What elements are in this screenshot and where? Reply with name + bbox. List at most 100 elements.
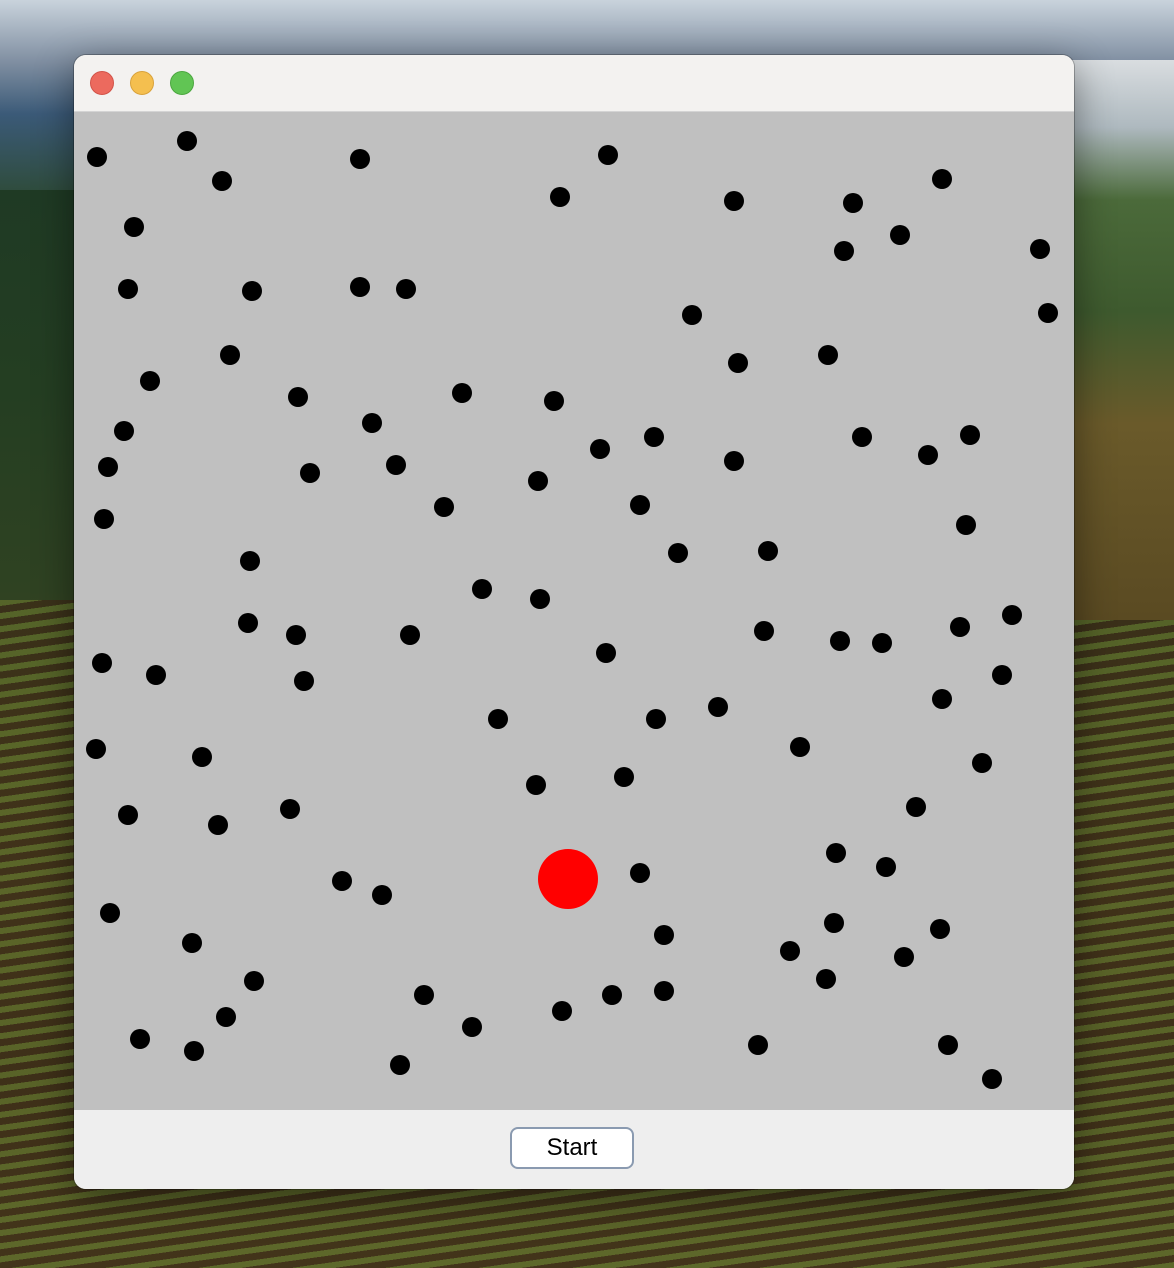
obstacle-dot xyxy=(780,941,800,961)
obstacle-dot xyxy=(87,147,107,167)
obstacle-dot xyxy=(614,767,634,787)
obstacle-dot xyxy=(98,457,118,477)
obstacle-dot xyxy=(938,1035,958,1055)
obstacle-dot xyxy=(212,171,232,191)
obstacle-dot xyxy=(646,709,666,729)
obstacle-dot xyxy=(824,913,844,933)
obstacle-dot xyxy=(1038,303,1058,323)
obstacle-dot xyxy=(244,971,264,991)
obstacle-dot xyxy=(294,671,314,691)
obstacle-dot xyxy=(114,421,134,441)
obstacle-dot xyxy=(830,631,850,651)
obstacle-dot xyxy=(550,187,570,207)
obstacle-dot xyxy=(630,863,650,883)
minimize-button[interactable] xyxy=(130,71,154,95)
start-button[interactable]: Start xyxy=(510,1127,634,1169)
obstacle-dot xyxy=(1030,239,1050,259)
obstacle-dot xyxy=(932,689,952,709)
playfield-background xyxy=(74,112,1074,1110)
obstacle-dot xyxy=(208,815,228,835)
obstacle-dot xyxy=(300,463,320,483)
control-bar: Start xyxy=(74,1110,1074,1189)
obstacle-dot xyxy=(350,277,370,297)
obstacle-dot xyxy=(280,799,300,819)
player-ball xyxy=(538,849,598,909)
obstacle-dot xyxy=(286,625,306,645)
obstacle-dot xyxy=(182,933,202,953)
zoom-button[interactable] xyxy=(170,71,194,95)
obstacle-dot xyxy=(956,515,976,535)
obstacle-dot xyxy=(192,747,212,767)
obstacle-dot xyxy=(242,281,262,301)
obstacle-dot xyxy=(238,613,258,633)
obstacle-dot xyxy=(816,969,836,989)
obstacle-dot xyxy=(932,169,952,189)
obstacle-dot xyxy=(118,805,138,825)
obstacle-dot xyxy=(240,551,260,571)
obstacle-dot xyxy=(876,857,896,877)
obstacle-dot xyxy=(890,225,910,245)
obstacle-dot xyxy=(598,145,618,165)
obstacle-dot xyxy=(288,387,308,407)
desktop-hillside-right xyxy=(1064,60,1174,620)
obstacle-dot xyxy=(852,427,872,447)
obstacle-dot xyxy=(400,625,420,645)
obstacle-dot xyxy=(758,541,778,561)
obstacle-dot xyxy=(452,383,472,403)
obstacle-dot xyxy=(184,1041,204,1061)
obstacle-dot xyxy=(528,471,548,491)
obstacle-dot xyxy=(972,753,992,773)
obstacle-dot xyxy=(396,279,416,299)
obstacle-dot xyxy=(654,981,674,1001)
obstacle-dot xyxy=(372,885,392,905)
window-titlebar[interactable] xyxy=(74,55,1074,112)
obstacle-dot xyxy=(960,425,980,445)
close-button[interactable] xyxy=(90,71,114,95)
obstacle-dot xyxy=(918,445,938,465)
obstacle-dot xyxy=(118,279,138,299)
obstacle-dot xyxy=(930,919,950,939)
game-window: Start xyxy=(74,55,1074,1189)
obstacle-dot xyxy=(894,947,914,967)
obstacle-dot xyxy=(530,589,550,609)
obstacle-dot xyxy=(790,737,810,757)
game-canvas[interactable] xyxy=(74,112,1074,1110)
obstacle-dot xyxy=(596,643,616,663)
obstacle-dot xyxy=(177,131,197,151)
obstacle-dot xyxy=(818,345,838,365)
obstacle-dot xyxy=(644,427,664,447)
obstacle-dot xyxy=(728,353,748,373)
obstacle-dot xyxy=(86,739,106,759)
obstacle-dot xyxy=(1002,605,1022,625)
obstacle-dot xyxy=(462,1017,482,1037)
obstacle-dot xyxy=(668,543,688,563)
obstacle-dot xyxy=(630,495,650,515)
obstacle-dot xyxy=(754,621,774,641)
obstacle-dot xyxy=(834,241,854,261)
obstacle-dot xyxy=(472,579,492,599)
obstacle-dot xyxy=(590,439,610,459)
obstacle-dot xyxy=(434,497,454,517)
obstacle-dot xyxy=(544,391,564,411)
obstacle-dot xyxy=(526,775,546,795)
obstacle-dot xyxy=(826,843,846,863)
obstacle-dot xyxy=(906,797,926,817)
obstacle-dot xyxy=(602,985,622,1005)
obstacle-dot xyxy=(390,1055,410,1075)
obstacle-dot xyxy=(140,371,160,391)
obstacle-dot xyxy=(992,665,1012,685)
obstacle-dot xyxy=(100,903,120,923)
obstacle-dot xyxy=(708,697,728,717)
obstacle-dot xyxy=(682,305,702,325)
obstacle-dot xyxy=(982,1069,1002,1089)
obstacle-dot xyxy=(332,871,352,891)
obstacle-dot xyxy=(130,1029,150,1049)
obstacle-dot xyxy=(724,191,744,211)
obstacle-dot xyxy=(124,217,144,237)
obstacle-dot xyxy=(414,985,434,1005)
obstacle-dot xyxy=(146,665,166,685)
obstacle-dot xyxy=(843,193,863,213)
obstacle-dot xyxy=(220,345,240,365)
obstacle-dot xyxy=(872,633,892,653)
obstacle-dot xyxy=(94,509,114,529)
